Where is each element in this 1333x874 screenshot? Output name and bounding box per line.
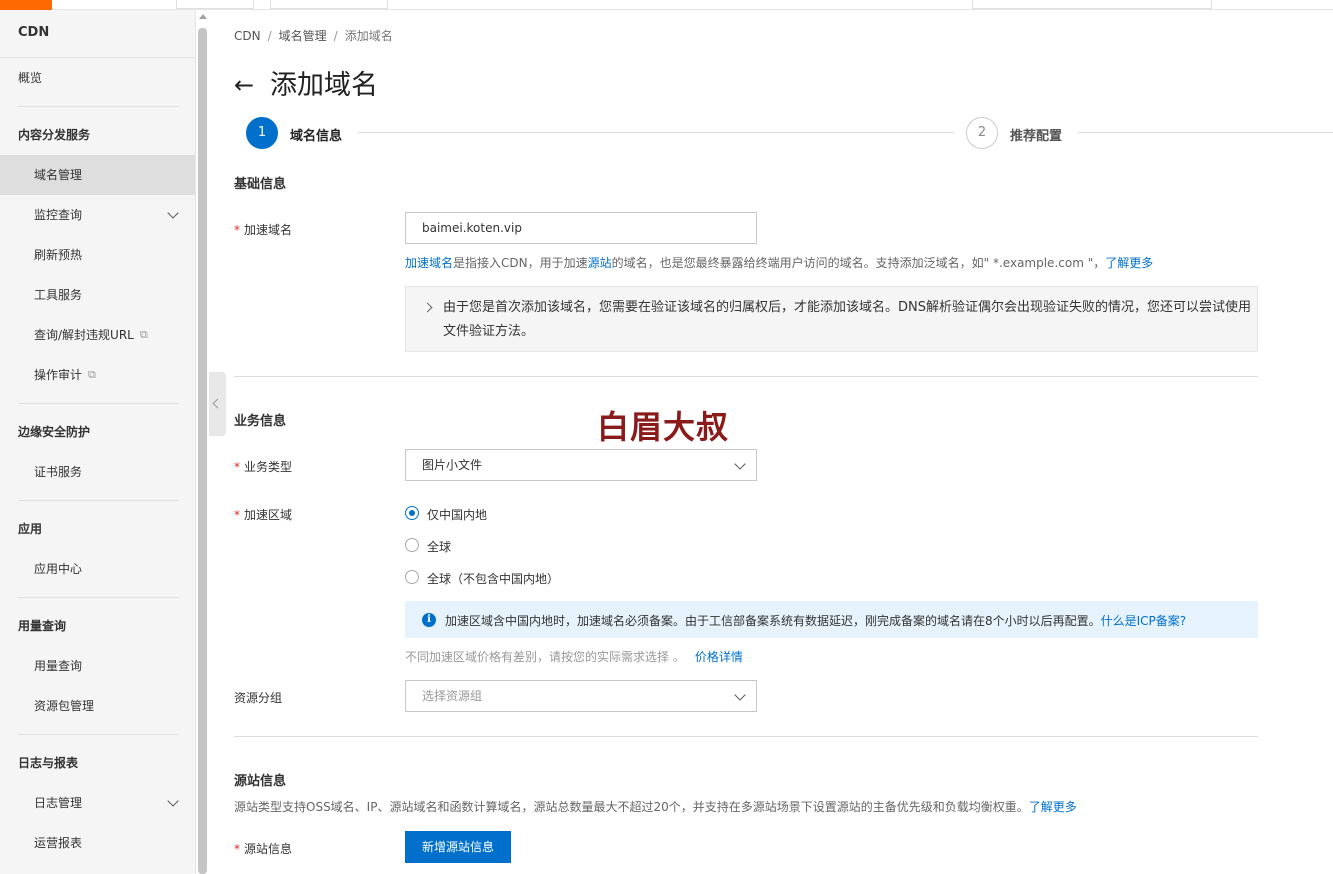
resource-group-select[interactable]: 选择资源组 (405, 680, 757, 712)
sidebar-group-edge-security: 边缘安全防护 (18, 425, 91, 439)
chevron-down-icon (167, 795, 179, 807)
price-details-link[interactable]: 价格详情 (695, 650, 743, 664)
origin-label: * 源站信息 (234, 842, 293, 856)
sidebar-item-certificates[interactable]: 证书服务 (0, 452, 195, 492)
top-nav-segment[interactable] (176, 0, 254, 9)
sidebar-item-label: 操作审计 (34, 368, 83, 382)
section-title-basic: 基础信息 (234, 177, 287, 192)
sidebar-title: CDN (0, 10, 195, 58)
resource-group-label: 资源分组 (234, 691, 283, 705)
business-type-label: * 业务类型 (234, 460, 293, 474)
sidebar-item-violation-url[interactable]: 查询/解封违规URL ⧉ (0, 315, 195, 355)
sidebar-collapse-button[interactable] (209, 372, 226, 436)
sidebar-item-monitoring[interactable]: 监控查询 (0, 195, 195, 235)
back-arrow-icon[interactable]: ← (234, 70, 254, 100)
chevron-right-icon[interactable] (422, 302, 433, 313)
sidebar-item-label: 日志管理 (34, 796, 83, 810)
sidebar-group-content-delivery: 内容分发服务 (18, 128, 91, 142)
sidebar-item-tools[interactable]: 工具服务 (0, 275, 195, 315)
region-option-label[interactable]: 全球 (427, 538, 451, 555)
verification-notice-text: 由于您是首次添加该域名，您需要在验证该域名的归属权后，才能添加该域名。DNS解析… (443, 300, 1251, 339)
sidebar-divider (18, 106, 179, 107)
info-icon: i (422, 613, 436, 627)
step-connector (1078, 132, 1333, 133)
sidebar-group-apps: 应用 (18, 522, 43, 536)
sidebar-group-logs-reports: 日志与报表 (18, 756, 79, 770)
help-link-origin[interactable]: 源站 (588, 256, 612, 270)
external-link-icon: ⧉ (139, 328, 148, 341)
sidebar-item-overview[interactable]: 概览 (0, 58, 195, 98)
step-1-circle: 1 (246, 117, 278, 149)
chevron-left-icon (212, 398, 223, 409)
help-link-domain[interactable]: 加速域名 (405, 256, 453, 270)
breadcrumb: CDN / 域名管理 / 添加域名 (234, 29, 393, 43)
section-divider (234, 736, 1258, 737)
verification-notice[interactable]: 由于您是首次添加该域名，您需要在验证该域名的归属权后，才能添加该域名。DNS解析… (405, 286, 1258, 352)
sidebar-item-app-center[interactable]: 应用中心 (0, 549, 195, 589)
origin-description: 源站类型支持OSS域名、IP、源站域名和函数计算域名，源站总数量最大不超过20个… (234, 800, 1077, 814)
sidebar-item-log-management[interactable]: 日志管理 (0, 783, 195, 823)
domain-label: * 加速域名 (234, 223, 293, 237)
sidebar-item-resource-packages[interactable]: 资源包管理 (0, 686, 195, 726)
resource-group-placeholder: 选择资源组 (422, 689, 483, 703)
learn-more-link[interactable]: 了解更多 (1105, 256, 1153, 270)
top-navigation-bar (0, 0, 1333, 10)
sidebar-divider (18, 597, 179, 598)
watermark-text: 白眉大叔 (597, 408, 730, 446)
region-radio-global-excl-mainland[interactable] (405, 570, 419, 584)
icp-info-text: 加速区域含中国内地时，加速域名必须备案。由于工信部备案系统有数据延迟，刚完成备案… (445, 614, 1187, 628)
step-2-circle: 2 (966, 117, 998, 149)
region-option-label[interactable]: 仅中国内地 (427, 506, 487, 523)
sidebar-item-domain-management[interactable]: 域名管理 (0, 155, 195, 195)
region-radio-global[interactable] (405, 538, 419, 552)
external-link-icon: ⧉ (88, 368, 96, 381)
add-origin-button[interactable]: 新增源站信息 (405, 831, 511, 863)
step-connector (358, 132, 954, 133)
business-type-value: 图片小文件 (422, 458, 483, 472)
sidebar-item-usage-query[interactable]: 用量查询 (0, 646, 195, 686)
sidebar-item-label: 监控查询 (34, 208, 83, 222)
sidebar-item-label: 查询/解封违规URL (34, 328, 134, 342)
sidebar-divider (18, 734, 179, 735)
console-logo[interactable] (0, 0, 52, 10)
page-title: 添加域名 (270, 70, 378, 101)
domain-help-text: 加速域名是指接入CDN，用于加速源站的域名，也是您最终暴露给终端用户访问的域名。… (405, 256, 1154, 270)
step-2-label: 推荐配置 (1010, 129, 1063, 144)
section-title-origin: 源站信息 (234, 774, 287, 789)
sidebar-item-operation-reports[interactable]: 运营报表 (0, 823, 195, 863)
region-radio-mainland[interactable] (405, 506, 419, 520)
breadcrumb-current: 添加域名 (344, 29, 393, 43)
icp-info-banner: i 加速区域含中国内地时，加速域名必须备案。由于工信部备案系统有数据延迟，刚完成… (405, 601, 1258, 638)
sidebar-group-usage: 用量查询 (18, 619, 67, 633)
breadcrumb-cdn[interactable]: CDN (234, 29, 261, 43)
domain-input[interactable]: baimei.koten.vip (405, 212, 757, 244)
step-1-label: 域名信息 (290, 129, 343, 144)
top-nav-segment[interactable] (270, 0, 388, 9)
sidebar: CDN 概览 内容分发服务 域名管理 监控查询 刷新预热 工具服务 查询/解封违… (0, 10, 196, 874)
region-option-label[interactable]: 全球（不包含中国内地） (427, 570, 559, 587)
top-search-box[interactable] (972, 0, 1212, 9)
sidebar-divider (18, 500, 179, 501)
sidebar-divider (18, 403, 179, 404)
sidebar-item-refresh-preload[interactable]: 刷新预热 (0, 235, 195, 275)
region-label: * 加速区域 (234, 508, 293, 522)
sidebar-scrollbar[interactable] (198, 28, 207, 874)
chevron-down-icon (167, 207, 179, 219)
price-note: 不同加速区域价格有差别，请按您的实际需求选择 。价格详情 (405, 650, 743, 664)
sidebar-item-audit[interactable]: 操作审计 ⧉ (0, 355, 195, 395)
section-divider (234, 376, 1258, 377)
scroll-up-arrow-icon[interactable] (199, 14, 207, 19)
chevron-down-icon (734, 458, 746, 470)
section-title-business: 业务信息 (234, 414, 287, 429)
chevron-down-icon (734, 689, 746, 701)
breadcrumb-domain-management[interactable]: 域名管理 (279, 29, 327, 43)
origin-learn-more-link[interactable]: 了解更多 (1029, 800, 1077, 814)
business-type-select[interactable]: 图片小文件 (405, 449, 757, 481)
icp-link[interactable]: 什么是ICP备案? (1101, 614, 1187, 628)
